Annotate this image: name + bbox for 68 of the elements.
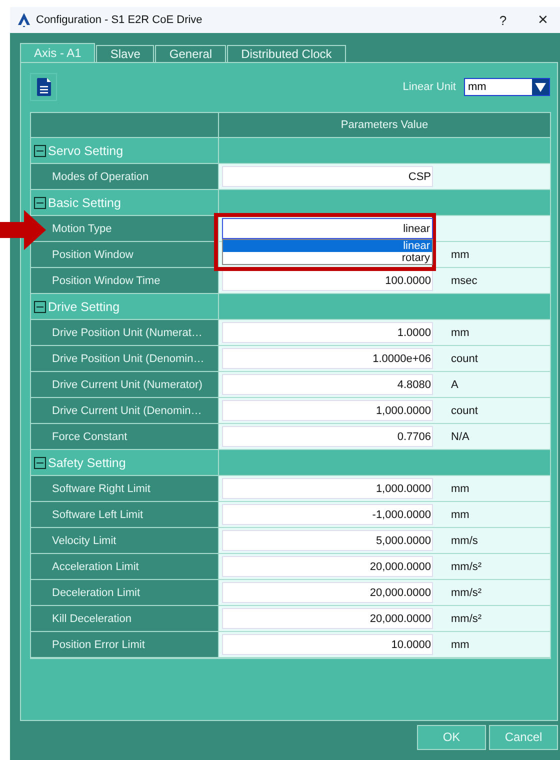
group-title: Basic Setting [48, 196, 121, 210]
value-field[interactable]: 0.7706 [222, 426, 433, 447]
value-field[interactable]: -1,000.0000 [222, 504, 433, 525]
unit-label: count [451, 352, 478, 364]
document-icon [36, 78, 50, 96]
parameter-name: Position Error Limit [31, 632, 219, 657]
group-title: Servo Setting [48, 144, 124, 158]
collapse-icon[interactable] [34, 456, 46, 468]
motion-type-dropdown[interactable]: linear [222, 218, 433, 239]
collapse-icon[interactable] [34, 300, 46, 312]
unit-label: count [451, 404, 478, 416]
parameter-name: Force Constant [31, 424, 219, 449]
unit-label: mm [451, 248, 470, 260]
tab[interactable]: General [155, 45, 226, 62]
parameter-name: Deceleration Limit [31, 580, 219, 605]
unit-label: mm/s² [451, 560, 482, 572]
logo-icon [18, 13, 30, 27]
linear-unit-label: Linear Unit [402, 81, 456, 93]
document-button[interactable] [30, 73, 57, 101]
parameter-name: Software Left Limit [31, 502, 219, 527]
value-field[interactable]: 20,000.0000 [222, 608, 433, 629]
collapse-icon[interactable] [34, 196, 46, 208]
value-field[interactable]: 20,000.0000 [222, 556, 433, 577]
pointer-arrow [0, 210, 46, 250]
unit-label: N/A [451, 430, 470, 442]
parameter-name: Position Window Time [31, 268, 219, 293]
parameter-name: Drive Position Unit (Denomin… [31, 346, 219, 371]
unit-label: A [451, 378, 458, 390]
value-field[interactable]: 1.0000 [222, 322, 433, 343]
linear-unit-select[interactable]: mm [464, 78, 550, 96]
value-field[interactable]: 10.0000 [222, 634, 433, 655]
value-field[interactable]: 1,000.0000 [222, 400, 433, 421]
value-field[interactable]: 100.0000 [222, 270, 433, 291]
unit-label: mm [451, 508, 470, 520]
value-field[interactable]: 4.8080 [222, 374, 433, 395]
parameter-name: Software Right Limit [31, 476, 219, 501]
unit-label: mm/s² [451, 586, 482, 598]
column-header: Parameters Value [219, 113, 550, 137]
parameter-name: Modes of Operation [31, 164, 219, 189]
unit-label: mm [451, 638, 470, 650]
parameter-name: Acceleration Limit [31, 554, 219, 579]
collapse-icon[interactable] [34, 144, 46, 156]
close-button[interactable]: × [526, 7, 560, 33]
unit-label: mm [451, 326, 470, 338]
parameter-name: Drive Position Unit (Numerat… [31, 320, 219, 345]
parameter-name: Velocity Limit [31, 528, 219, 553]
window-title: Configuration - S1 E2R CoE Drive [36, 14, 204, 26]
parameter-name: Motion Type [31, 216, 219, 241]
tab[interactable]: Distributed Clock [227, 45, 346, 62]
value-field[interactable]: 20,000.0000 [222, 582, 433, 603]
parameter-name: Position Window [31, 242, 219, 267]
unit-label: mm/s² [451, 612, 482, 624]
tab[interactable]: Slave [96, 45, 154, 62]
value-field[interactable]: 1,000.0000 [222, 478, 433, 499]
help-button[interactable]: ? [486, 7, 520, 33]
group-title: Drive Setting [48, 300, 120, 314]
parameter-name: Kill Deceleration [31, 606, 219, 631]
value-field[interactable]: 5,000.0000 [222, 530, 433, 551]
caret-icon [535, 82, 546, 92]
parameter-name: Drive Current Unit (Denomin… [31, 398, 219, 423]
parameter-name: Drive Current Unit (Numerator) [31, 372, 219, 397]
value-field[interactable]: CSP [222, 166, 433, 187]
unit-label: mm/s [451, 534, 478, 546]
unit-label: msec [451, 274, 478, 286]
group-title: Safety Setting [48, 456, 126, 470]
dropdown-option[interactable]: linear [223, 240, 432, 252]
unit-label: mm [451, 482, 470, 494]
value-field[interactable]: 1.0000e+06 [222, 348, 433, 369]
